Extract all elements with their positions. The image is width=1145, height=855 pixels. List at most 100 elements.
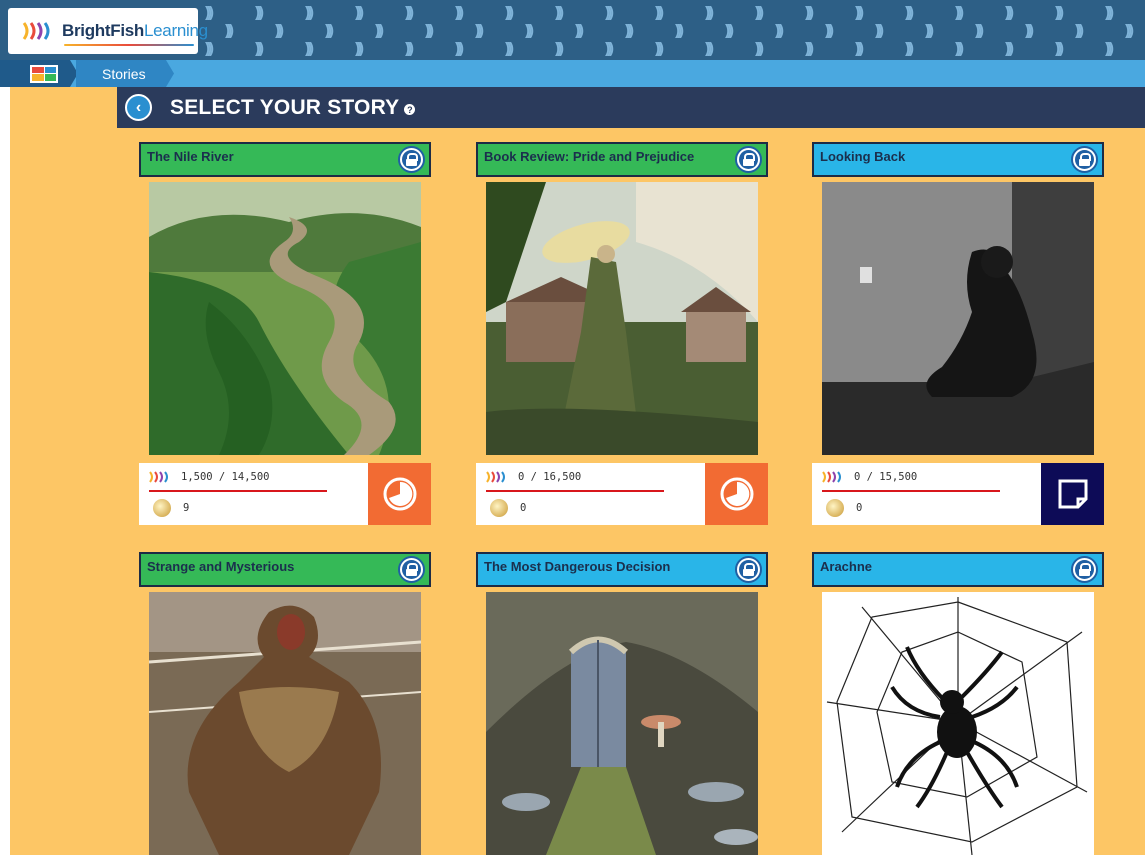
pattern-fish-icon: ))): [355, 4, 364, 21]
pattern-fish-icon: ))): [1025, 22, 1034, 39]
pattern-fish-icon: ))): [555, 40, 564, 57]
pattern-fish-icon: ))): [505, 40, 514, 57]
story-card[interactable]: Book Review: Pride and Prejudice 0 / 16,…: [476, 142, 768, 525]
story-card[interactable]: The Nile River 1,500 / 14,500 9: [139, 142, 431, 525]
story-image-pride-and-prejudice[interactable]: [486, 182, 758, 455]
pattern-fish-icon: ))): [705, 4, 714, 21]
medals-row: 0: [490, 499, 526, 517]
lock-icon[interactable]: [735, 146, 762, 173]
story-title: Strange and Mysterious: [147, 559, 295, 574]
medal-icon: [153, 499, 171, 517]
pattern-fish-icon: ))): [425, 22, 434, 39]
pattern-fish-icon: ))): [825, 22, 834, 39]
pattern-fish-icon: ))): [255, 4, 264, 21]
pattern-fish-icon: ))): [605, 40, 614, 57]
pattern-fish-icon: ))): [755, 40, 764, 57]
pattern-fish-icon: ))): [305, 40, 314, 57]
pattern-fish-icon: ))): [355, 40, 364, 57]
header-pattern: ))))))))))))))))))))))))))))))))))))))))…: [205, 0, 1145, 60]
brightfish-points-icon: [822, 470, 846, 484]
story-title: The Nile River: [147, 149, 234, 164]
pattern-fish-icon: ))): [925, 22, 934, 39]
medal-icon: [826, 499, 844, 517]
pattern-fish-icon: ))): [455, 4, 464, 21]
brightfish-points-icon: [149, 470, 173, 484]
points-value: 0 / 16,500: [518, 471, 582, 483]
pattern-fish-icon: ))): [455, 40, 464, 57]
points-row: 0 / 16,500: [486, 470, 581, 484]
breadcrumb: Stories: [0, 60, 1145, 87]
top-header: BrightFishLearning )))))))))))))))))))))…: [0, 0, 1145, 60]
story-title: Book Review: Pride and Prejudice: [484, 149, 695, 164]
pattern-fish-icon: ))): [525, 22, 534, 39]
pattern-fish-icon: ))): [405, 4, 414, 21]
points-row: 0 / 15,500: [822, 470, 917, 484]
story-card-header: Looking Back: [812, 142, 1104, 177]
pattern-fish-icon: ))): [955, 40, 964, 57]
story-card-header: The Nile River: [139, 142, 431, 177]
medals-row: 0: [826, 499, 862, 517]
story-card[interactable]: Looking Back 0 / 15,500 0: [812, 142, 1104, 525]
pattern-fish-icon: ))): [1005, 4, 1014, 21]
pattern-fish-icon: ))): [675, 22, 684, 39]
progress-line: [486, 490, 664, 492]
story-stats: 0 / 15,500 0: [812, 463, 1104, 525]
breadcrumb-home[interactable]: [0, 60, 78, 87]
pattern-fish-icon: ))): [855, 40, 864, 57]
pattern-fish-icon: ))): [555, 4, 564, 21]
story-card-header: The Most Dangerous Decision: [476, 552, 768, 587]
pattern-fish-icon: ))): [505, 4, 514, 21]
back-button[interactable]: ‹: [125, 94, 152, 121]
pattern-fish-icon: ))): [575, 22, 584, 39]
pattern-fish-icon: ))): [1105, 4, 1114, 21]
medals-value: 0: [520, 502, 527, 514]
story-card[interactable]: The Most Dangerous Decision: [476, 552, 768, 855]
breadcrumb-stories[interactable]: Stories: [76, 60, 174, 87]
story-image-looking-back[interactable]: [822, 182, 1094, 455]
story-card[interactable]: Strange and Mysterious: [139, 552, 431, 855]
story-image-arachne[interactable]: [822, 592, 1094, 855]
story-image-most-dangerous-decision[interactable]: [486, 592, 758, 855]
note-status-button[interactable]: [1041, 463, 1104, 525]
timer-icon: [720, 477, 753, 511]
pattern-fish-icon: ))): [975, 22, 984, 39]
pattern-fish-icon: ))): [1075, 22, 1084, 39]
brand-logo[interactable]: BrightFishLearning: [8, 8, 208, 54]
timer-status-button[interactable]: [368, 463, 431, 525]
pattern-fish-icon: ))): [625, 22, 634, 39]
points-value: 1,500 / 14,500: [181, 471, 270, 483]
pattern-fish-icon: ))): [205, 40, 214, 57]
pattern-fish-icon: ))): [1005, 40, 1014, 57]
pattern-fish-icon: ))): [375, 22, 384, 39]
lock-icon[interactable]: [1071, 146, 1098, 173]
main-content: ‹ SELECT YOUR STORY ? The Nile River 1,5…: [10, 87, 1145, 855]
story-card[interactable]: Arachne: [812, 552, 1104, 855]
story-image-nile-river[interactable]: [149, 182, 421, 455]
brand-underline: [64, 44, 194, 46]
pattern-fish-icon: ))): [325, 22, 334, 39]
timer-status-button[interactable]: [705, 463, 768, 525]
lock-icon[interactable]: [398, 146, 425, 173]
lock-icon[interactable]: [398, 556, 425, 583]
lock-icon[interactable]: [735, 556, 762, 583]
pattern-fish-icon: ))): [905, 40, 914, 57]
pattern-fish-icon: ))): [905, 4, 914, 21]
pattern-fish-icon: ))): [1125, 22, 1134, 39]
story-image-strange-and-mysterious[interactable]: [149, 592, 421, 855]
pattern-fish-icon: ))): [755, 4, 764, 21]
question-icon[interactable]: ?: [404, 104, 416, 115]
medals-row: 9: [153, 499, 189, 517]
brand-name: BrightFishLearning: [62, 21, 208, 40]
brightfish-logo-icon: [22, 20, 58, 42]
story-title: Looking Back: [820, 149, 906, 164]
pattern-fish-icon: ))): [955, 4, 964, 21]
pattern-fish-icon: ))): [805, 4, 814, 21]
pattern-fish-icon: ))): [1055, 40, 1064, 57]
chevron-left-icon: ‹: [135, 98, 142, 116]
note-icon: [1058, 479, 1087, 509]
pattern-fish-icon: ))): [275, 22, 284, 39]
pattern-fish-icon: ))): [475, 22, 484, 39]
medal-icon: [490, 499, 508, 517]
timer-icon: [383, 477, 416, 511]
lock-icon[interactable]: [1071, 556, 1098, 583]
